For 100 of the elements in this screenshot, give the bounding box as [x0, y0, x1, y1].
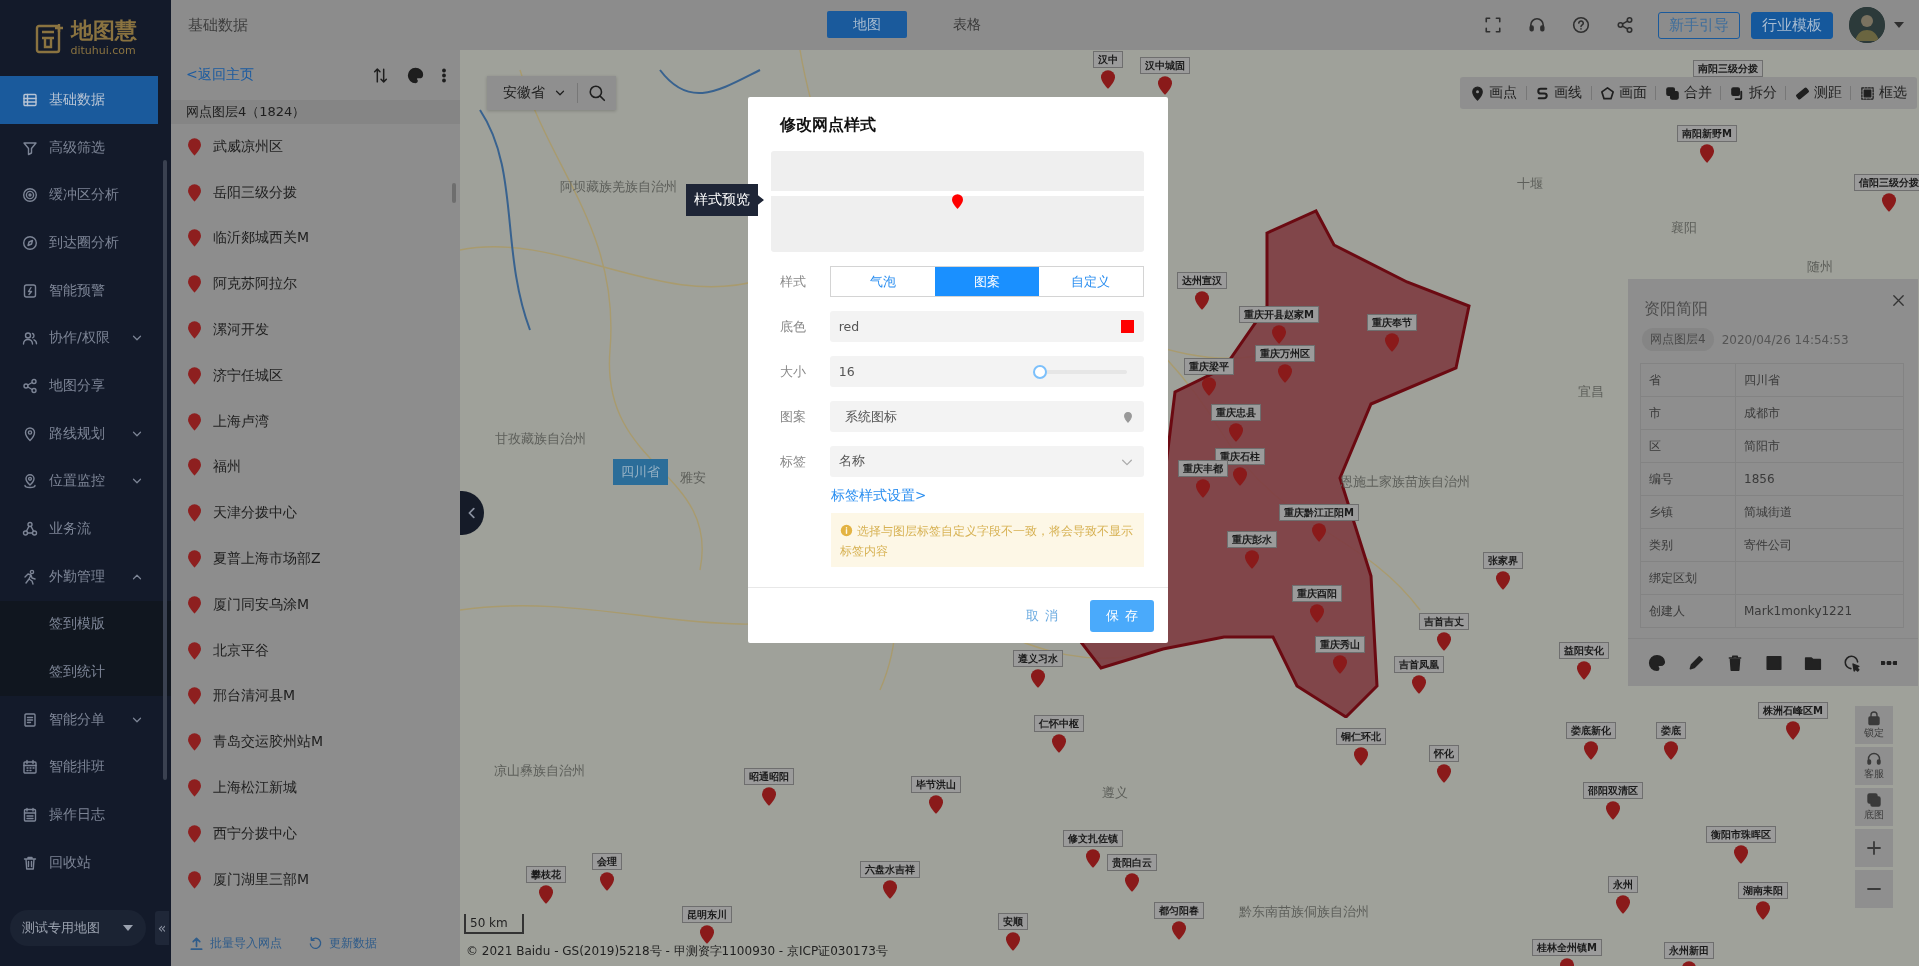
pin-label[interactable]: 重庆万州区: [1255, 345, 1315, 362]
sidebar-item[interactable]: 缓冲区分析: [0, 171, 158, 220]
sidebar-item[interactable]: 智能排班: [0, 743, 158, 792]
point-list-item[interactable]: 夏普上海市场部Z: [171, 536, 460, 582]
map-pin-icon[interactable]: [1584, 741, 1598, 760]
pin-label[interactable]: 重庆梁平: [1184, 358, 1234, 375]
view-tab[interactable]: 地图: [827, 11, 907, 38]
map-pin-icon[interactable]: [1195, 291, 1209, 310]
pin-label[interactable]: 重庆酉阳: [1292, 585, 1342, 602]
map-pin-icon[interactable]: [1756, 901, 1770, 920]
sidebar-item[interactable]: 高级筛选: [0, 123, 158, 172]
pin-label[interactable]: 重庆奉节: [1367, 314, 1417, 331]
pin-label[interactable]: 张家界: [1483, 552, 1523, 569]
sidebar-item[interactable]: 外勤管理: [0, 552, 158, 601]
pin-label[interactable]: 都匀阳春: [1154, 902, 1204, 919]
map-pin-icon[interactable]: [1700, 144, 1714, 163]
point-list-item[interactable]: 青岛交运胶州站M: [171, 719, 460, 766]
sidebar-item[interactable]: 到达圈分析: [0, 219, 158, 267]
label-style-link[interactable]: 标签样式设置>: [831, 487, 1144, 505]
view-tab[interactable]: 表格: [927, 11, 1007, 38]
map-pin-icon[interactable]: [1616, 895, 1630, 914]
map-pin-icon[interactable]: [1158, 76, 1172, 95]
pin-label[interactable]: 南阳新野M: [1677, 125, 1737, 142]
sidebar-item[interactable]: 智能预警: [0, 266, 158, 315]
pin-label[interactable]: 重庆忠县: [1211, 404, 1261, 421]
sidebar-item[interactable]: 操作日志: [0, 791, 158, 839]
pin-label[interactable]: 益阳安化: [1559, 642, 1609, 659]
tool-button[interactable]: 画点: [1470, 84, 1518, 102]
sidebar-item[interactable]: 路线规划: [0, 409, 158, 458]
avatar[interactable]: [1849, 7, 1885, 43]
pin-label[interactable]: 仁怀中枢: [1034, 715, 1084, 732]
color-field[interactable]: red: [829, 311, 1144, 342]
map-pin-icon[interactable]: [600, 872, 614, 891]
map-pin-icon[interactable]: [1031, 669, 1045, 688]
pin-label[interactable]: 重庆黔江正阳M: [1279, 504, 1359, 521]
pin-label[interactable]: 汉中: [1093, 51, 1123, 68]
map-pin-icon[interactable]: [700, 925, 714, 944]
pin-label[interactable]: 修文扎佐镇: [1063, 830, 1123, 847]
pin-label[interactable]: 重庆秀山: [1315, 636, 1365, 653]
pin-label[interactable]: 遵义习水: [1013, 650, 1063, 667]
map-control[interactable]: 锁定: [1855, 706, 1893, 744]
pin-label[interactable]: 永州新田: [1664, 942, 1714, 959]
tool-button[interactable]: 画线: [1535, 84, 1583, 102]
map-pin-icon[interactable]: [762, 787, 776, 806]
map-pin-icon[interactable]: [1101, 70, 1115, 89]
sidebar-item[interactable]: 业务流: [0, 505, 158, 553]
map-pin-icon[interactable]: [1052, 734, 1066, 753]
pin-label[interactable]: 重庆丰都: [1178, 460, 1228, 477]
sidebar-subitem[interactable]: 签到模版: [0, 600, 158, 649]
pin-label[interactable]: 桂林全州镇M: [1532, 939, 1602, 956]
pin-label[interactable]: 永州: [1608, 876, 1638, 893]
pin-label[interactable]: 娄底: [1656, 722, 1686, 739]
pin-label[interactable]: 吉首吉丈: [1419, 613, 1469, 630]
point-list-item[interactable]: 天津分拨中心: [171, 490, 460, 537]
pin-label[interactable]: 昭通昭阳: [744, 768, 794, 785]
style-option[interactable]: 气泡: [830, 267, 935, 296]
region-select[interactable]: 安徽省: [497, 83, 578, 103]
map-pin-icon[interactable]: [1664, 741, 1678, 760]
map-selector[interactable]: 测试专用地图: [10, 910, 146, 946]
map-pin-icon[interactable]: [1496, 571, 1510, 590]
map-pin-icon[interactable]: [1437, 764, 1451, 783]
point-list-item[interactable]: 西宁分拨中心: [171, 810, 460, 857]
point-list-item[interactable]: 厦门同安乌涂M: [171, 581, 460, 628]
point-list-item[interactable]: 福州: [171, 444, 460, 491]
point-list-item[interactable]: 漯河开发: [171, 307, 460, 353]
point-list-item[interactable]: 阿克苏阿拉尔: [171, 261, 460, 308]
zoom-in-button[interactable]: [1855, 829, 1893, 867]
map-control[interactable]: 客服: [1855, 747, 1893, 785]
point-list-item[interactable]: 岳阳三级分拨: [171, 169, 460, 216]
color-swatch[interactable]: [1121, 320, 1134, 333]
pin-label[interactable]: 六盘水吉祥: [860, 861, 920, 878]
point-list-item[interactable]: 临沂郯城西关M: [171, 215, 460, 262]
cancel-button[interactable]: 取消: [1016, 599, 1068, 632]
point-list-item[interactable]: 北京平谷: [171, 627, 460, 674]
pin-label[interactable]: 邵阳双清区: [1583, 782, 1643, 799]
pin-label[interactable]: 湖南耒阳: [1738, 882, 1788, 899]
pin-label[interactable]: 怀化: [1429, 745, 1459, 762]
map-pin-icon[interactable]: [1437, 632, 1451, 651]
sidebar-item[interactable]: 回收站: [0, 839, 158, 887]
pin-label[interactable]: 攀枝花: [526, 866, 566, 883]
map-pin-icon[interactable]: [1786, 721, 1800, 740]
tool-button[interactable]: 测距: [1794, 84, 1842, 102]
sidebar-subitem[interactable]: 签到统计: [0, 648, 158, 696]
pin-label[interactable]: 南阳三级分拨: [1693, 60, 1763, 77]
pin-label[interactable]: 毕节洪山: [911, 776, 961, 793]
pin-label[interactable]: 会理: [592, 853, 622, 870]
map-pin-icon[interactable]: [929, 795, 943, 814]
map-pin-icon[interactable]: [1882, 193, 1896, 212]
pin-label[interactable]: 衡阳市珠晖区: [1706, 826, 1776, 843]
sidebar-item[interactable]: 位置监控: [0, 457, 158, 506]
map-pin-icon[interactable]: [1577, 661, 1591, 680]
pin-label[interactable]: 贵阳白云: [1107, 854, 1157, 871]
template-button[interactable]: 行业模板: [1751, 11, 1833, 39]
sidebar-item[interactable]: 智能分单: [0, 695, 158, 744]
map-pin-icon[interactable]: [1606, 801, 1620, 820]
pin-label[interactable]: 达州宣汉: [1177, 272, 1227, 289]
style-option[interactable]: 图案: [934, 267, 1039, 296]
point-list-item[interactable]: 邢台清河县M: [171, 673, 460, 720]
pin-label[interactable]: 吉首凤凰: [1394, 656, 1444, 673]
size-field[interactable]: 16: [829, 356, 1144, 387]
